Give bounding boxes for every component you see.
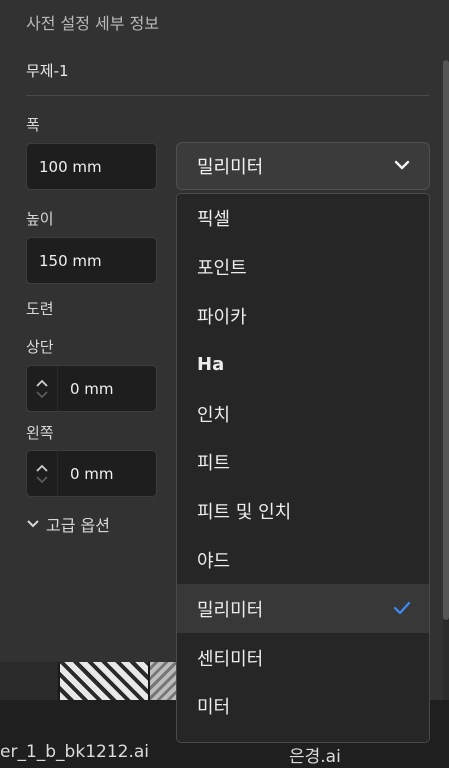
unit-option[interactable]: 포인트 — [177, 243, 429, 292]
bleed-top-label: 상단 — [26, 338, 54, 356]
bleed-top-value: 0 mm — [70, 379, 114, 398]
panel-title: 사전 설정 세부 정보 — [26, 14, 160, 33]
bleed-top-stepper[interactable] — [27, 366, 58, 411]
chevron-down-icon — [394, 160, 410, 170]
advanced-options-label: 고급 옵션 — [46, 516, 110, 535]
file-name-right[interactable]: 은경.ai — [289, 742, 341, 767]
bleed-left-label: 왼쪽 — [26, 424, 54, 442]
height-label: 높이 — [26, 210, 54, 228]
stepper-up-icon[interactable] — [35, 463, 49, 473]
width-input[interactable]: 100 mm — [26, 143, 157, 190]
bleed-left-input[interactable]: 0 mm — [26, 450, 157, 497]
file-thumbnail[interactable] — [150, 662, 176, 700]
unit-option[interactable]: 야드 — [177, 536, 429, 585]
unit-option[interactable]: 픽셀 — [177, 194, 429, 243]
width-value: 100 mm — [39, 157, 102, 176]
units-select[interactable]: 밀리미터 — [176, 142, 430, 190]
file-thumbnail[interactable] — [0, 662, 58, 700]
file-name-left[interactable]: er_1_b_bk1212.ai — [0, 742, 149, 762]
bleed-label: 도련 — [26, 300, 54, 318]
document-name-underline — [26, 95, 429, 96]
unit-option[interactable]: 센티미터 — [177, 633, 429, 682]
height-input[interactable]: 150 mm — [26, 237, 157, 284]
width-label: 폭 — [26, 116, 40, 134]
unit-option[interactable]: Ha — [177, 340, 429, 389]
units-selected-label: 밀리미터 — [197, 157, 264, 178]
stepper-down-icon[interactable] — [35, 475, 49, 485]
units-dropdown-menu: 픽셀 포인트 파이카 Ha 인치 피트 피트 및 인치 야드 밀리미터 센티미터… — [176, 193, 430, 743]
bleed-left-value: 0 mm — [70, 464, 114, 483]
unit-option[interactable]: 미터 — [177, 682, 429, 731]
bleed-left-stepper[interactable] — [27, 451, 58, 496]
stepper-up-icon[interactable] — [35, 378, 49, 388]
chevron-down-icon — [27, 520, 39, 528]
file-thumbnails — [0, 662, 176, 700]
unit-option[interactable]: 인치 — [177, 389, 429, 438]
stepper-down-icon[interactable] — [35, 390, 49, 400]
unit-option-selected[interactable]: 밀리미터 — [177, 584, 429, 634]
bleed-top-input[interactable]: 0 mm — [26, 365, 157, 412]
advanced-options-toggle[interactable]: 고급 옵션 — [26, 512, 110, 536]
scrollbar-thumb[interactable] — [443, 60, 449, 620]
unit-option[interactable]: 파이카 — [177, 292, 429, 341]
document-name-field[interactable]: 무제-1 — [26, 60, 69, 81]
unit-option[interactable]: 피트 및 인치 — [177, 487, 429, 536]
unit-option[interactable]: 피트 — [177, 438, 429, 487]
height-value: 150 mm — [39, 251, 102, 270]
unit-option-label: 밀리미터 — [197, 599, 264, 621]
checkmark-icon — [393, 602, 411, 615]
file-thumbnail[interactable] — [60, 662, 148, 700]
